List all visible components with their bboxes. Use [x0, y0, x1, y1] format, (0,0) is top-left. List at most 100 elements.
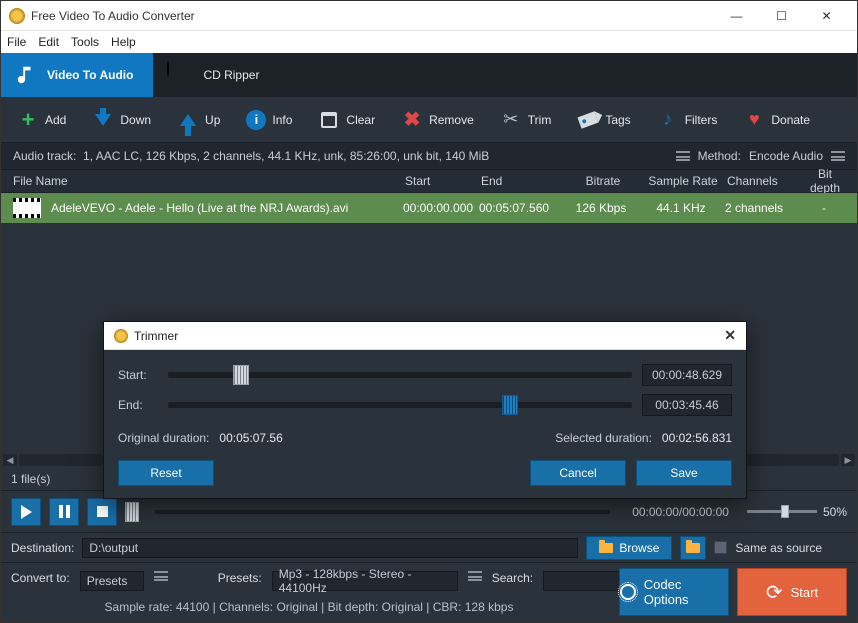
codec-options-button[interactable]: Codec Options: [619, 568, 729, 616]
end-row: End: 00:03:45.46: [118, 390, 732, 420]
close-button[interactable]: ✕: [804, 2, 849, 30]
play-button[interactable]: [11, 498, 41, 526]
stop-button[interactable]: [87, 498, 117, 526]
col-bitrate[interactable]: Bitrate: [567, 174, 639, 188]
destination-label: Destination:: [11, 541, 74, 555]
start-slider[interactable]: [168, 372, 632, 378]
remove-button[interactable]: ✖Remove: [401, 110, 474, 130]
col-filename[interactable]: File Name: [13, 174, 405, 188]
browse-button[interactable]: Browse: [586, 536, 672, 560]
start-handle[interactable]: [233, 365, 249, 385]
pause-button[interactable]: [49, 498, 79, 526]
scissors-icon: ✂: [500, 110, 522, 130]
cd-icon: [167, 62, 193, 88]
toolbar: +Add Down Up iInfo Clear ✖Remove ✂Trim T…: [1, 97, 857, 143]
tab-cd-ripper[interactable]: CD Ripper: [153, 53, 279, 97]
down-button[interactable]: Down: [92, 110, 151, 130]
tag-icon: [577, 110, 599, 130]
titlebar: Free Video To Audio Converter — ☐ ✕: [1, 1, 857, 31]
clear-button[interactable]: Clear: [318, 110, 375, 130]
folder-open-icon: [686, 543, 700, 553]
audio-track-bar: Audio track: 1, AAC LC, 126 Kbps, 2 chan…: [1, 143, 857, 169]
maximize-button[interactable]: ☐: [759, 2, 804, 30]
heart-icon: ♥: [743, 110, 765, 130]
dialog-close-button[interactable]: ✕: [724, 327, 736, 344]
up-button[interactable]: Up: [177, 110, 220, 130]
folder-icon: [599, 543, 613, 553]
film-icon: [13, 198, 41, 218]
add-button[interactable]: +Add: [17, 110, 66, 130]
hamburger-icon[interactable]: [154, 571, 168, 581]
scroll-right-icon[interactable]: ▶: [841, 454, 855, 466]
dialog-titlebar: Trimmer ✕: [104, 322, 746, 350]
duration-row: Original duration: 00:05:07.56 Selected …: [118, 424, 732, 452]
menu-bar: File Edit Tools Help: [1, 31, 857, 53]
donate-button[interactable]: ♥Donate: [743, 110, 810, 130]
info-icon: i: [246, 110, 266, 130]
tab-video-to-audio[interactable]: Video To Audio: [1, 53, 153, 97]
reset-button[interactable]: Reset: [118, 460, 214, 486]
col-channels[interactable]: Channels: [727, 174, 805, 188]
volume-handle[interactable]: [781, 505, 789, 518]
start-label: Start:: [118, 368, 158, 382]
menu-file[interactable]: File: [7, 35, 26, 49]
menu-tools[interactable]: Tools: [71, 35, 99, 49]
cell-bitrate: 126 Kbps: [565, 201, 637, 215]
window-controls: — ☐ ✕: [714, 2, 849, 30]
preset-value[interactable]: Mp3 - 128kbps - Stereo - 44100Hz: [272, 571, 458, 591]
trimmer-dialog: Trimmer ✕ Start: 00:00:48.629 End: 00:03…: [103, 321, 747, 499]
plus-icon: +: [17, 110, 39, 130]
method-value[interactable]: Encode Audio: [749, 149, 823, 163]
end-handle[interactable]: [502, 395, 518, 415]
dialog-buttons: Reset Cancel Save: [118, 460, 732, 486]
audio-track-label: Audio track:: [13, 149, 76, 163]
orig-duration-label: Original duration:: [118, 431, 209, 445]
save-button[interactable]: Save: [636, 460, 732, 486]
tab-label: CD Ripper: [203, 68, 259, 82]
seek-handle[interactable]: [125, 502, 139, 522]
cancel-button[interactable]: Cancel: [530, 460, 626, 486]
same-source-checkbox[interactable]: [714, 541, 727, 554]
convert-presets-box[interactable]: Presets: [80, 571, 144, 591]
pause-icon: [59, 505, 70, 518]
start-value[interactable]: 00:00:48.629: [642, 364, 732, 386]
cell-samplerate: 44.1 KHz: [637, 201, 725, 215]
sel-duration-value: 00:02:56.831: [662, 431, 732, 445]
col-start[interactable]: Start: [405, 174, 481, 188]
menu-help[interactable]: Help: [111, 35, 136, 49]
menu-edit[interactable]: Edit: [38, 35, 59, 49]
scroll-left-icon[interactable]: ◀: [3, 454, 17, 466]
hamburger-icon[interactable]: [468, 571, 482, 581]
convert-label: Convert to:: [11, 571, 70, 585]
end-value[interactable]: 00:03:45.46: [642, 394, 732, 416]
trim-button[interactable]: ✂Trim: [500, 110, 552, 130]
x-icon: ✖: [401, 110, 423, 130]
cell-filename: AdeleVEVO - Adele - Hello (Live at the N…: [51, 201, 403, 215]
destination-input[interactable]: [82, 538, 578, 558]
col-bitdepth[interactable]: Bit depth: [805, 167, 845, 195]
start-button[interactable]: ⟳Start: [737, 568, 847, 616]
volume-slider[interactable]: [747, 510, 817, 513]
col-end[interactable]: End: [481, 174, 567, 188]
same-source-label: Same as source: [735, 541, 822, 555]
seek-track[interactable]: [155, 510, 610, 514]
col-samplerate[interactable]: Sample Rate: [639, 174, 727, 188]
hamburger-icon[interactable]: [831, 151, 845, 161]
info-button[interactable]: iInfo: [246, 110, 292, 130]
table-row[interactable]: AdeleVEVO - Adele - Hello (Live at the N…: [1, 193, 857, 223]
stop-icon: [97, 506, 108, 517]
volume-percent: 50%: [823, 505, 847, 519]
destination-row: Destination: Browse Same as source: [1, 532, 857, 562]
filters-button[interactable]: ♪Filters: [657, 110, 718, 130]
app-window: Free Video To Audio Converter — ☐ ✕ File…: [0, 0, 858, 623]
hamburger-icon[interactable]: [676, 151, 690, 161]
end-slider[interactable]: [168, 402, 632, 408]
filter-icon: ♪: [657, 110, 679, 130]
tags-button[interactable]: Tags: [577, 110, 630, 130]
sel-duration-label: Selected duration:: [555, 431, 652, 445]
app-title: Free Video To Audio Converter: [31, 9, 714, 23]
audio-track-value[interactable]: 1, AAC LC, 126 Kbps, 2 channels, 44.1 KH…: [83, 149, 489, 163]
method-label: Method:: [698, 149, 741, 163]
minimize-button[interactable]: —: [714, 2, 759, 30]
open-folder-button[interactable]: [680, 536, 706, 560]
